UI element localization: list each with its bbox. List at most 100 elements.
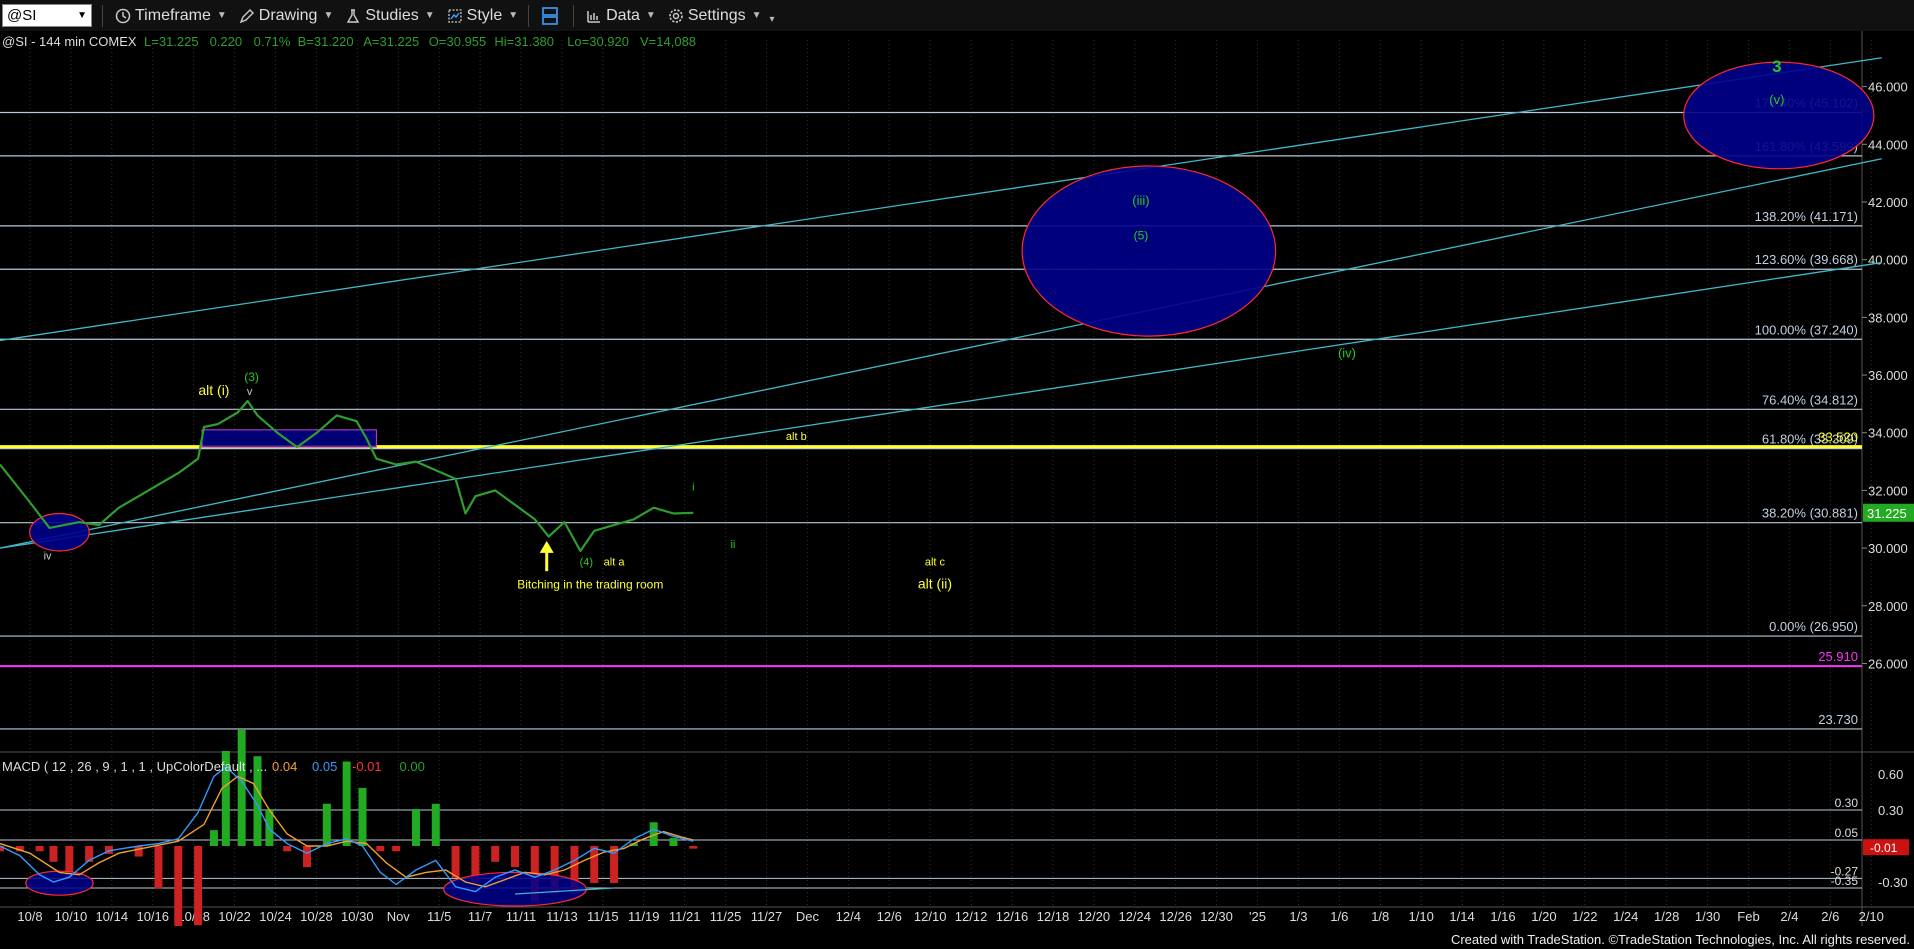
y-tick-label: 40.000	[1868, 253, 1908, 268]
drawing-button[interactable]: Drawing ▼	[239, 7, 334, 25]
toolbar-separator	[528, 4, 530, 27]
x-tick-label: 11/21	[669, 909, 701, 924]
x-tick-label: 12/10	[914, 909, 947, 924]
level-label: 123.60% (39.668)	[1755, 252, 1858, 267]
wave-annotation: 3	[1772, 57, 1781, 76]
toolbar-separator	[102, 4, 103, 27]
x-tick-label: 2/10	[1859, 909, 1884, 924]
level-label: 33.520	[1818, 430, 1858, 445]
macd-histogram-bar	[209, 830, 218, 846]
style-button[interactable]: Style ▼	[447, 7, 518, 25]
quote-value: Lo=30.920	[567, 34, 629, 49]
x-tick-label: 1/24	[1613, 909, 1638, 924]
wave-annotation: Bitching in the trading room	[517, 577, 663, 591]
x-tick-label: 11/11	[506, 909, 537, 924]
toolbar-separator	[573, 4, 575, 27]
macd-y-tick-label: -0.30	[1878, 875, 1908, 890]
caret-down-icon: ▼	[216, 10, 227, 21]
caret-down-icon: ▼	[645, 10, 656, 21]
x-tick-label: 10/24	[259, 909, 292, 924]
settings-label: Settings	[687, 6, 746, 24]
macd-level-label: 0.05	[1835, 826, 1859, 840]
quote-value: B=31.220	[298, 34, 354, 49]
timeframe-button[interactable]: Timeframe ▼	[115, 7, 227, 25]
level-label: 23.730	[1818, 712, 1858, 727]
macd-histogram-bar	[590, 846, 599, 883]
macd-header: MACD ( 12 , 26 , 9 , 1 , 1 , UpColorDefa…	[2, 759, 267, 774]
y-tick-label: 30.000	[1868, 541, 1908, 556]
settings-button[interactable]: Settings ▼ ▾	[668, 6, 775, 25]
x-tick-label: Feb	[1737, 909, 1759, 924]
quote-value: V=14,088	[640, 34, 696, 49]
wave-annotation: alt c	[925, 556, 946, 568]
level-label: 100.00% (37.240)	[1755, 322, 1858, 337]
y-tick-label: 42.000	[1868, 195, 1908, 210]
x-tick-label: 1/10	[1409, 909, 1434, 924]
timeframe-label: Timeframe	[135, 6, 211, 24]
caret-down-icon: ▼	[424, 10, 435, 21]
x-tick-label: 10/30	[341, 909, 374, 924]
macd-readout: 0.05	[312, 759, 337, 774]
chevron-down-icon: ▼	[77, 10, 87, 21]
overflow-caret-icon: ▾	[769, 14, 775, 25]
data-label: Data	[606, 6, 640, 24]
symbol-input[interactable]: @SI ▼	[2, 4, 92, 27]
x-tick-label: 1/14	[1449, 909, 1474, 924]
data-button[interactable]: Data ▼	[586, 7, 656, 25]
wave-annotation: (iii)	[1132, 193, 1149, 208]
wave-annotation: (iv)	[1338, 346, 1356, 361]
x-tick-label: 1/30	[1695, 909, 1720, 924]
target-ellipse	[1021, 165, 1277, 337]
x-tick-label: Dec	[796, 909, 820, 924]
x-tick-label: 10/14	[96, 909, 129, 924]
x-tick-label: 1/8	[1371, 909, 1389, 924]
x-tick-label: 10/28	[300, 909, 333, 924]
x-tick-label: 12/16	[996, 909, 1029, 924]
macd-histogram-bar	[451, 846, 460, 878]
caret-down-icon: ▼	[323, 10, 334, 21]
macd-last-value-label: -0.01	[1870, 841, 1898, 855]
wave-annotation: (4)	[580, 556, 593, 568]
macd-histogram-bar	[237, 729, 246, 846]
x-tick-label: 10/16	[136, 909, 169, 924]
layout-icon	[542, 6, 558, 25]
macd-histogram-bar	[49, 846, 58, 862]
symbol-value: @SI	[7, 7, 37, 24]
level-label: 76.40% (34.812)	[1762, 392, 1858, 407]
x-tick-label: 10/22	[218, 909, 251, 924]
chart-area[interactable]: 10/8 10/10 10/14 10/16 10/18 10/22 10/24 10/28 1…	[0, 31, 1914, 926]
x-tick-label: 12/18	[1037, 909, 1070, 924]
quote-value: Hi=31.380	[494, 34, 554, 49]
macd-histogram-bar	[392, 846, 401, 852]
wave-annotation: ii	[730, 539, 735, 551]
macd-histogram-bar	[431, 803, 440, 846]
target-ellipse	[1683, 61, 1875, 170]
style-icon	[447, 8, 462, 23]
y-tick-label: 44.000	[1868, 137, 1908, 152]
y-tick-label: 36.000	[1868, 368, 1908, 383]
macd-histogram-bar	[411, 809, 420, 846]
y-tick-label: 28.000	[1868, 599, 1908, 614]
macd-level-label: -0.35	[1831, 874, 1859, 888]
flask-icon	[347, 8, 360, 23]
style-label: Style	[466, 6, 503, 24]
y-tick-label: 26.000	[1868, 656, 1908, 671]
macd-readout: -0.01	[352, 759, 382, 774]
macd-histogram-bar	[134, 846, 143, 857]
gear-icon	[669, 8, 683, 23]
layout-button[interactable]	[541, 6, 563, 26]
x-tick-label: 12/4	[836, 909, 861, 924]
wave-annotation: (3)	[244, 370, 259, 384]
y-tick-label: 38.000	[1868, 310, 1908, 325]
level-label: 25.910	[1818, 649, 1858, 664]
quote-value: O=30.955	[429, 34, 486, 49]
level-label: 0.00% (26.950)	[1769, 619, 1858, 634]
target-ellipse	[29, 512, 90, 552]
x-tick-label: 1/6	[1330, 909, 1348, 924]
quote-value: A=31.225	[363, 34, 419, 49]
studies-button[interactable]: Studies ▼	[345, 7, 435, 25]
wave-annotation: alt (ii)	[918, 575, 952, 591]
macd-histogram-bar	[342, 761, 351, 846]
wave-annotation: (5)	[1134, 228, 1149, 242]
macd-histogram-bar	[669, 838, 678, 846]
